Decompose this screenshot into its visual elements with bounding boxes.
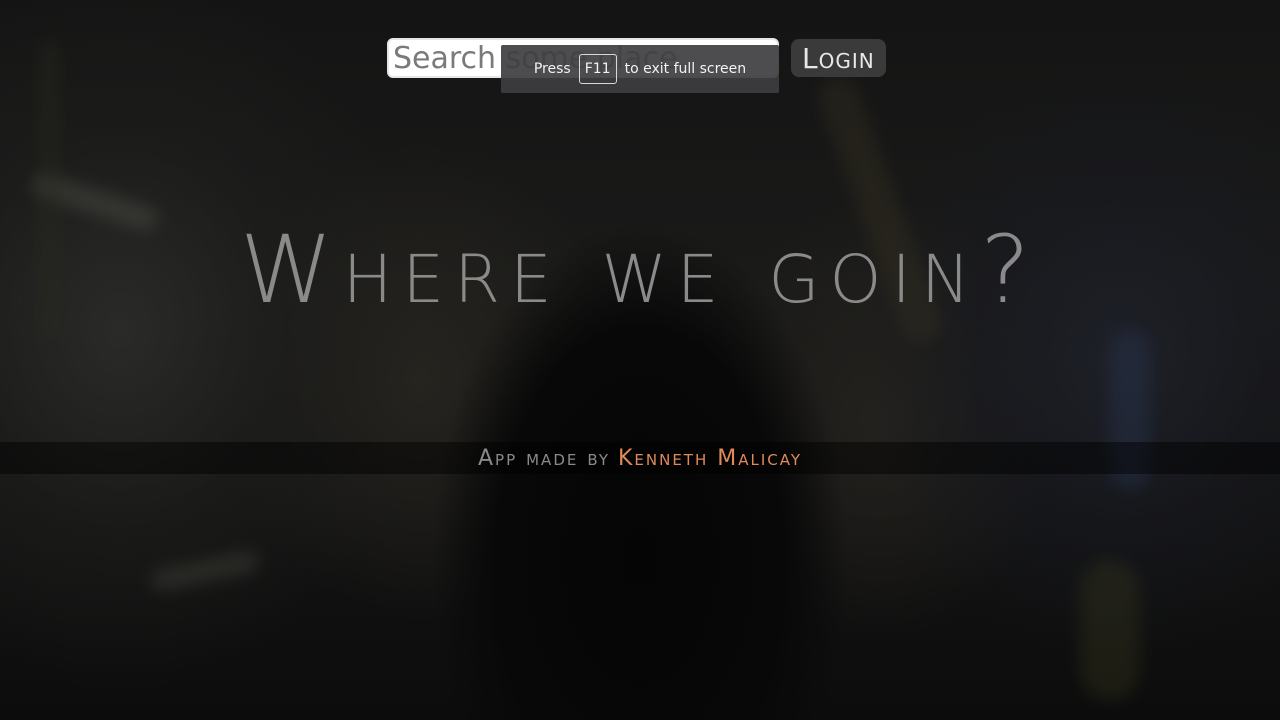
background-blur-streak bbox=[1080, 560, 1140, 700]
toast-prefix-text: Press bbox=[533, 61, 571, 77]
fullscreen-exit-toast: Press F11 to exit full screen bbox=[501, 45, 779, 93]
author-name: Kenneth Malicay bbox=[617, 445, 802, 471]
f11-key-badge: F11 bbox=[578, 54, 617, 84]
app-background: Login Press F11 to exit full screen Wher… bbox=[0, 0, 1280, 720]
toast-suffix-text: to exit full screen bbox=[624, 61, 747, 77]
credits-prefix: App made by bbox=[477, 445, 610, 471]
credits-band: App made by Kenneth Malicay bbox=[0, 442, 1280, 474]
background-blur-streak bbox=[148, 548, 262, 594]
hero-headline: Where we goin? bbox=[239, 216, 1041, 325]
login-button[interactable]: Login bbox=[791, 39, 886, 77]
